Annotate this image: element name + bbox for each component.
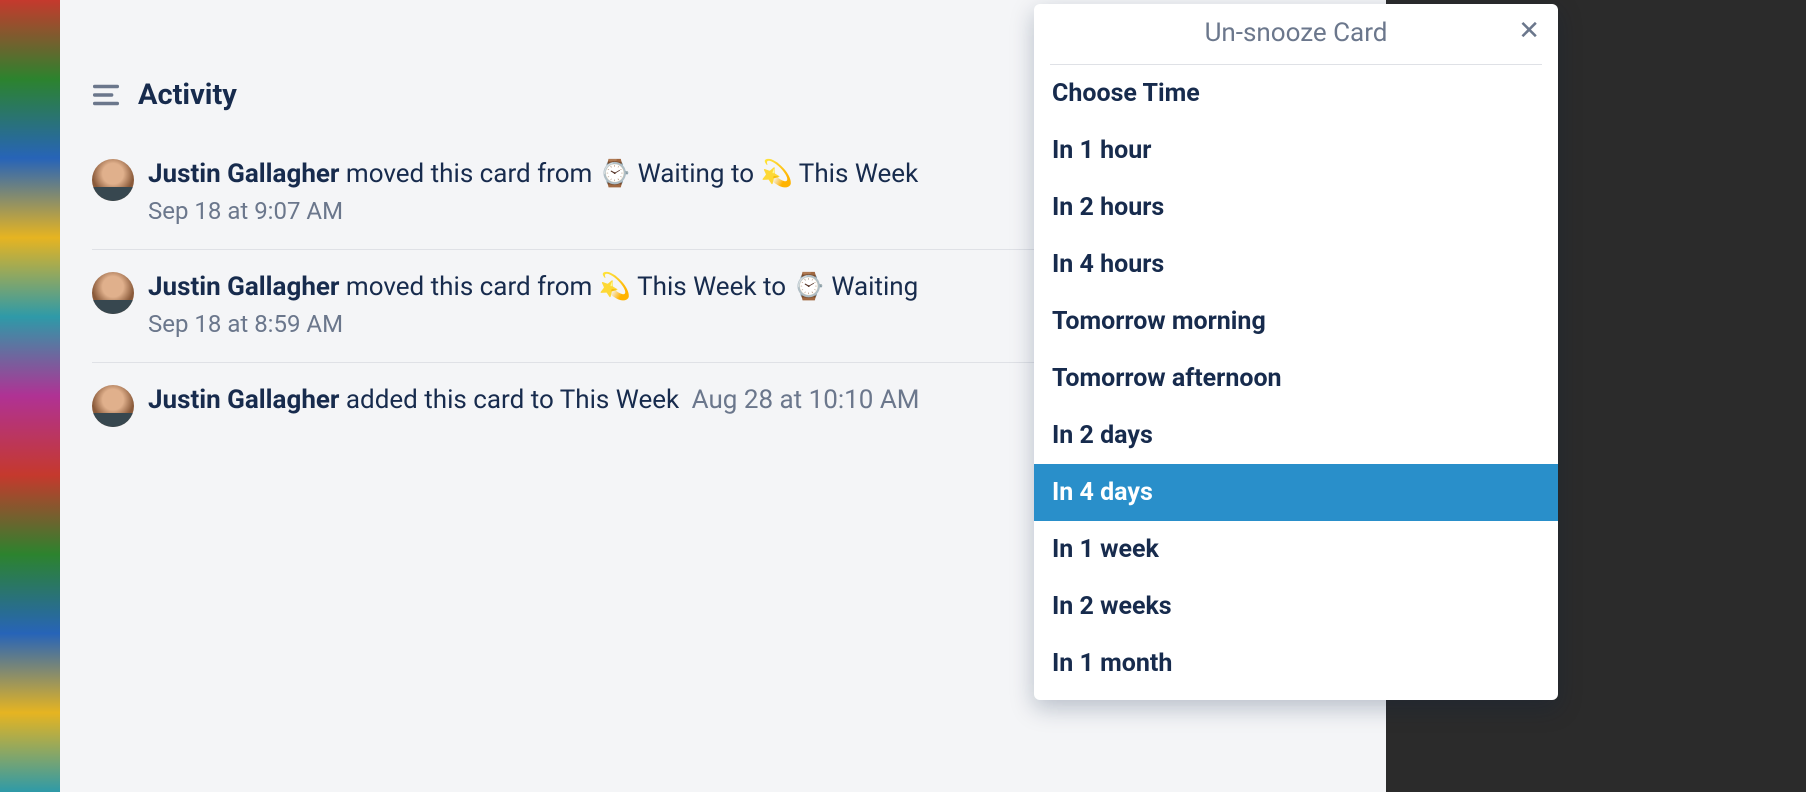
popup-header: Un-snooze Card ✕: [1050, 4, 1542, 65]
snooze-option-2-weeks[interactable]: In 2 weeks: [1034, 578, 1558, 635]
avatar[interactable]: [92, 159, 134, 201]
snooze-option-4-days[interactable]: In 4 days: [1034, 464, 1558, 521]
activity-timestamp: Aug 28 at 10:10 AM: [692, 385, 920, 415]
snooze-option-2-days[interactable]: In 2 days: [1034, 407, 1558, 464]
snooze-option-4-hours[interactable]: In 4 hours: [1034, 236, 1558, 293]
snooze-option-tomorrow-afternoon[interactable]: Tomorrow afternoon: [1034, 350, 1558, 407]
activity-icon: [88, 77, 124, 113]
snooze-option-1-month[interactable]: In 1 month: [1034, 635, 1558, 692]
avatar[interactable]: [92, 385, 134, 427]
popup-title: Un-snooze Card: [1205, 18, 1388, 48]
board-background-strip: [0, 0, 60, 792]
snooze-option-tomorrow-morning[interactable]: Tomorrow morning: [1034, 293, 1558, 350]
snooze-option-choose-time[interactable]: Choose Time: [1034, 65, 1558, 122]
snooze-option-1-hour[interactable]: In 1 hour: [1034, 122, 1558, 179]
unsnooze-popup: Un-snooze Card ✕ Choose Time In 1 hour I…: [1034, 4, 1558, 700]
activity-action: added this card to This Week: [339, 385, 679, 415]
avatar[interactable]: [92, 272, 134, 314]
activity-user-name[interactable]: Justin Gallagher: [148, 159, 339, 189]
snooze-option-2-hours[interactable]: In 2 hours: [1034, 179, 1558, 236]
snooze-options-list: Choose Time In 1 hour In 2 hours In 4 ho…: [1034, 65, 1558, 700]
activity-user-name[interactable]: Justin Gallagher: [148, 272, 339, 302]
activity-action: moved this card from 💫 This Week to ⌚ Wa…: [339, 272, 918, 302]
activity-action: moved this card from ⌚ Waiting to 💫 This…: [339, 159, 918, 189]
close-icon[interactable]: ✕: [1518, 18, 1540, 44]
activity-user-name[interactable]: Justin Gallagher: [148, 385, 339, 415]
snooze-option-1-week[interactable]: In 1 week: [1034, 521, 1558, 578]
